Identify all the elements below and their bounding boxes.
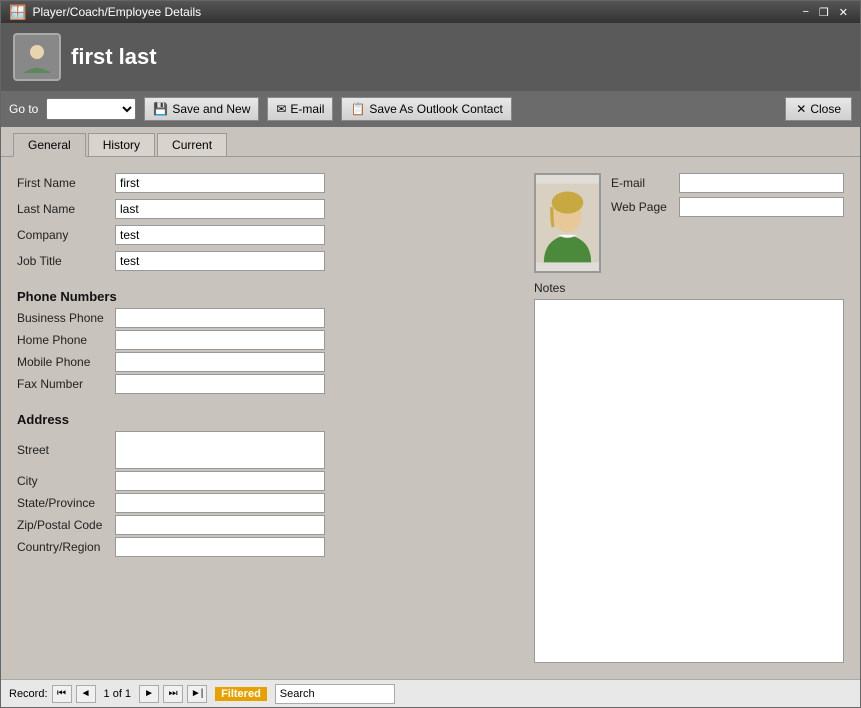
email-button[interactable]: ✉ E-mail (267, 97, 333, 121)
country-row: Country/Region (17, 537, 518, 557)
country-input[interactable] (115, 537, 325, 557)
basic-info-group: First Name Last Name Company Job Title (17, 173, 518, 273)
tab-history[interactable]: History (88, 133, 155, 156)
last-name-label: Last Name (17, 202, 107, 216)
webpage-row: Web Page (611, 197, 844, 217)
goto-dropdown[interactable] (46, 98, 136, 120)
home-phone-input[interactable] (115, 330, 325, 350)
company-row: Company (17, 225, 518, 245)
business-phone-label: Business Phone (17, 311, 107, 325)
close-window-button[interactable]: ✕ (835, 6, 852, 19)
first-name-row: First Name (17, 173, 518, 193)
save-and-new-icon: 💾 (153, 102, 168, 116)
minimize-button[interactable]: − (798, 6, 812, 19)
state-label: State/Province (17, 496, 107, 510)
close-icon: ✕ (796, 102, 806, 116)
record-title: first last (71, 44, 157, 70)
header: first last (1, 23, 860, 91)
last-name-row: Last Name (17, 199, 518, 219)
record-label: Record: (9, 688, 48, 700)
title-bar: 🪟 Player/Coach/Employee Details − ❒ ✕ (1, 1, 860, 23)
window-title: Player/Coach/Employee Details (32, 5, 201, 19)
fax-row: Fax Number (17, 374, 518, 394)
email-input[interactable] (679, 173, 844, 193)
mobile-phone-row: Mobile Phone (17, 352, 518, 372)
goto-label: Go to (9, 102, 38, 116)
notes-input[interactable] (534, 299, 844, 663)
company-label: Company (17, 228, 107, 242)
notes-label: Notes (534, 281, 844, 295)
zip-input[interactable] (115, 515, 325, 535)
street-row: Street (17, 431, 518, 469)
email-web-group: E-mail Web Page (611, 173, 844, 221)
state-row: State/Province (17, 493, 518, 513)
email-row: E-mail (611, 173, 844, 193)
job-title-input[interactable] (115, 251, 325, 271)
search-input[interactable] (275, 684, 395, 704)
address-section: Address Street City State/Province Zip/P… (17, 404, 518, 559)
state-input[interactable] (115, 493, 325, 513)
notes-section: Notes (534, 281, 844, 663)
email-icon: ✉ (276, 102, 286, 116)
next-record-button[interactable]: ► (139, 685, 159, 703)
title-bar-controls: − ❒ ✕ (798, 6, 852, 19)
tab-current[interactable]: Current (157, 133, 227, 156)
status-bar: Record: ⏮ ◄ 1 of 1 ► ⏭ ►| Filtered (1, 679, 860, 707)
city-input[interactable] (115, 471, 325, 491)
webpage-input[interactable] (679, 197, 844, 217)
home-phone-label: Home Phone (17, 333, 107, 347)
first-name-input[interactable] (115, 173, 325, 193)
save-and-new-button[interactable]: 💾 Save and New (144, 97, 259, 121)
zip-row: Zip/Postal Code (17, 515, 518, 535)
tabs-bar: General History Current (1, 127, 860, 157)
left-panel: First Name Last Name Company Job Title (17, 173, 518, 663)
street-label: Street (17, 443, 107, 457)
top-right-area: E-mail Web Page (534, 173, 844, 273)
prev-record-button[interactable]: ◄ (76, 685, 96, 703)
fax-input[interactable] (115, 374, 325, 394)
address-section-title: Address (17, 412, 518, 427)
fax-label: Fax Number (17, 377, 107, 391)
city-label: City (17, 474, 107, 488)
last-name-input[interactable] (115, 199, 325, 219)
title-bar-left: 🪟 Player/Coach/Employee Details (9, 4, 201, 21)
new-record-button[interactable]: ►| (187, 685, 207, 703)
job-title-row: Job Title (17, 251, 518, 271)
photo-area (534, 173, 601, 273)
record-info: 1 of 1 (104, 688, 132, 700)
city-row: City (17, 471, 518, 491)
mobile-phone-input[interactable] (115, 352, 325, 372)
main-window: 🪟 Player/Coach/Employee Details − ❒ ✕ fi… (0, 0, 861, 708)
country-label: Country/Region (17, 540, 107, 554)
street-input[interactable] (115, 431, 325, 469)
restore-button[interactable]: ❒ (815, 6, 833, 19)
business-phone-row: Business Phone (17, 308, 518, 328)
last-record-button[interactable]: ⏭ (163, 685, 183, 703)
mobile-phone-label: Mobile Phone (17, 355, 107, 369)
close-button[interactable]: ✕ Close (785, 97, 852, 121)
email-label: E-mail (611, 176, 671, 190)
toolbar: Go to 💾 Save and New ✉ E-mail 📋 Save As … (1, 91, 860, 127)
company-input[interactable] (115, 225, 325, 245)
zip-label: Zip/Postal Code (17, 518, 107, 532)
home-phone-row: Home Phone (17, 330, 518, 350)
app-icon: 🪟 (9, 4, 26, 21)
first-name-label: First Name (17, 176, 107, 190)
webpage-label: Web Page (611, 200, 671, 214)
right-panel: E-mail Web Page Notes (534, 173, 844, 663)
business-phone-input[interactable] (115, 308, 325, 328)
phone-section-title: Phone Numbers (17, 289, 518, 304)
outlook-icon: 📋 (350, 102, 365, 116)
header-icon (13, 33, 61, 81)
job-title-label: Job Title (17, 254, 107, 268)
content-area: First Name Last Name Company Job Title (1, 157, 860, 679)
tab-general[interactable]: General (13, 133, 86, 157)
filtered-badge: Filtered (215, 687, 267, 701)
first-record-button[interactable]: ⏮ (52, 685, 72, 703)
save-as-outlook-button[interactable]: 📋 Save As Outlook Contact (341, 97, 511, 121)
phone-section: Phone Numbers Business Phone Home Phone … (17, 281, 518, 396)
